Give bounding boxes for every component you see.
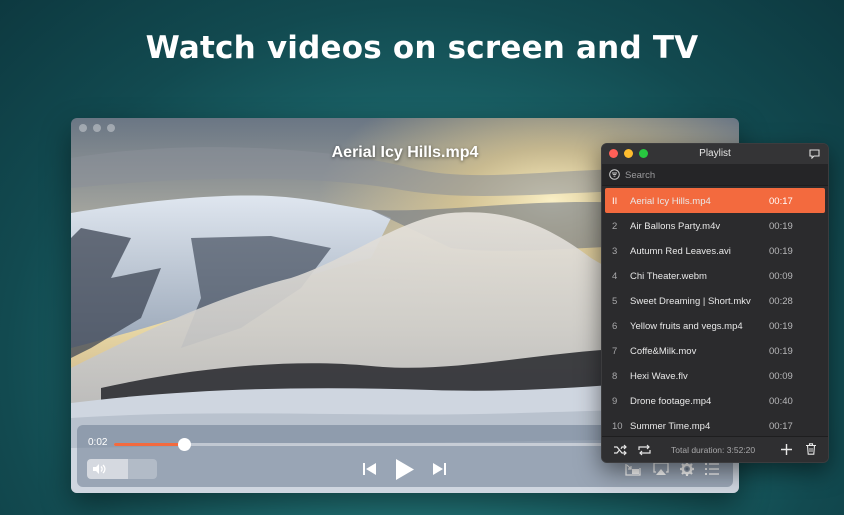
playlist-item[interactable]: 3 Autumn Red Leaves.avi 00:19	[602, 238, 828, 263]
item-name: Yellow fruits and vegs.mp4	[630, 321, 743, 332]
current-time: 0:02	[88, 437, 108, 448]
next-button[interactable]	[431, 461, 447, 477]
item-duration: 00:40	[769, 396, 793, 407]
previous-button[interactable]	[361, 461, 377, 477]
chat-icon[interactable]	[809, 149, 820, 159]
item-number: 7	[612, 346, 618, 357]
airplay-button[interactable]	[653, 462, 669, 476]
airplay-icon	[653, 462, 669, 475]
repeat-icon[interactable]	[638, 444, 651, 456]
picture-in-picture-icon	[625, 463, 641, 476]
item-duration: 00:19	[769, 246, 793, 257]
add-icon[interactable]	[781, 444, 792, 455]
playlist-item[interactable]: 10 Summer Time.mp4 00:17	[602, 413, 828, 438]
window-controls	[79, 124, 115, 132]
item-number: 9	[612, 396, 618, 407]
item-name: Sweet Dreaming | Short.mkv	[630, 296, 751, 307]
skip-previous-icon	[362, 463, 376, 475]
playlist-item[interactable]: 5 Sweet Dreaming | Short.mkv 00:28	[602, 288, 828, 313]
playlist-footer: Total duration: 3:52:20	[602, 436, 828, 462]
minimize-button[interactable]	[93, 124, 101, 132]
close-button[interactable]	[79, 124, 87, 132]
playlist-button[interactable]	[705, 462, 719, 476]
seek-thumb[interactable]	[177, 438, 191, 451]
playlist-item[interactable]: 6 Yellow fruits and vegs.mp4 00:19	[602, 313, 828, 338]
playlist-titlebar: Playlist	[602, 144, 828, 164]
item-name: Summer Time.mp4	[630, 421, 711, 432]
item-number: 10	[612, 421, 623, 432]
item-number: 8	[612, 371, 618, 382]
seek-bar[interactable]	[114, 438, 613, 451]
volume-slider[interactable]	[87, 459, 157, 479]
settings-button[interactable]	[680, 462, 694, 476]
zoom-button[interactable]	[107, 124, 115, 132]
trash-icon[interactable]	[806, 443, 816, 455]
filter-icon	[609, 169, 620, 180]
item-duration: 00:09	[769, 271, 793, 282]
search-placeholder: Search	[625, 170, 656, 181]
item-duration: 00:19	[769, 321, 793, 332]
speaker-icon	[93, 464, 106, 474]
playlist-item[interactable]: 2 Air Ballons Party.m4v 00:19	[602, 213, 828, 238]
shuffle-icon[interactable]	[614, 444, 627, 456]
item-duration: 00:09	[769, 371, 793, 382]
play-button[interactable]	[394, 457, 416, 481]
item-number: 2	[612, 221, 618, 232]
playlist-search[interactable]: Search	[602, 164, 828, 186]
item-name: Coffe&Milk.mov	[630, 346, 697, 357]
playlist-window: Playlist Search II Aerial Icy Hills.mp4 00…	[601, 143, 829, 463]
item-name: Aerial Icy Hills.mp4	[630, 196, 711, 207]
item-duration: 00:19	[769, 346, 793, 357]
total-duration: Total duration: 3:52:20	[671, 445, 756, 455]
item-duration: 00:17	[769, 196, 793, 207]
item-number: 6	[612, 321, 618, 332]
seek-progress	[114, 443, 184, 446]
pause-indicator: II	[612, 196, 618, 207]
playlist-item[interactable]: 9 Drone footage.mp4 00:40	[602, 388, 828, 413]
item-name: Hexi Wave.flv	[630, 371, 688, 382]
item-number: 4	[612, 271, 618, 282]
item-name: Chi Theater.webm	[630, 271, 707, 282]
item-name: Drone footage.mp4	[630, 396, 712, 407]
playlist-item-active[interactable]: II Aerial Icy Hills.mp4 00:17	[605, 188, 825, 213]
item-duration: 00:28	[769, 296, 793, 307]
list-icon	[705, 463, 719, 475]
playlist-item[interactable]: 8 Hexi Wave.flv 00:09	[602, 363, 828, 388]
skip-next-icon	[432, 463, 446, 475]
item-name: Air Ballons Party.m4v	[630, 221, 721, 232]
playlist-item[interactable]: 4 Chi Theater.webm 00:09	[602, 263, 828, 288]
item-duration: 00:19	[769, 221, 793, 232]
playlist-title: Playlist	[699, 148, 731, 159]
item-number: 3	[612, 246, 618, 257]
playlist-item[interactable]: 7 Coffe&Milk.mov 00:19	[602, 338, 828, 363]
item-duration: 00:17	[769, 421, 793, 432]
pip-button[interactable]	[625, 462, 641, 476]
headline: Watch videos on screen and TV	[145, 30, 699, 66]
item-number: 5	[612, 296, 618, 307]
playlist-items: II Aerial Icy Hills.mp4 00:17 2 Air Ballons …	[602, 186, 828, 438]
item-name: Autumn Red Leaves.avi	[630, 246, 731, 257]
play-icon	[396, 458, 414, 480]
gear-icon	[680, 462, 694, 476]
